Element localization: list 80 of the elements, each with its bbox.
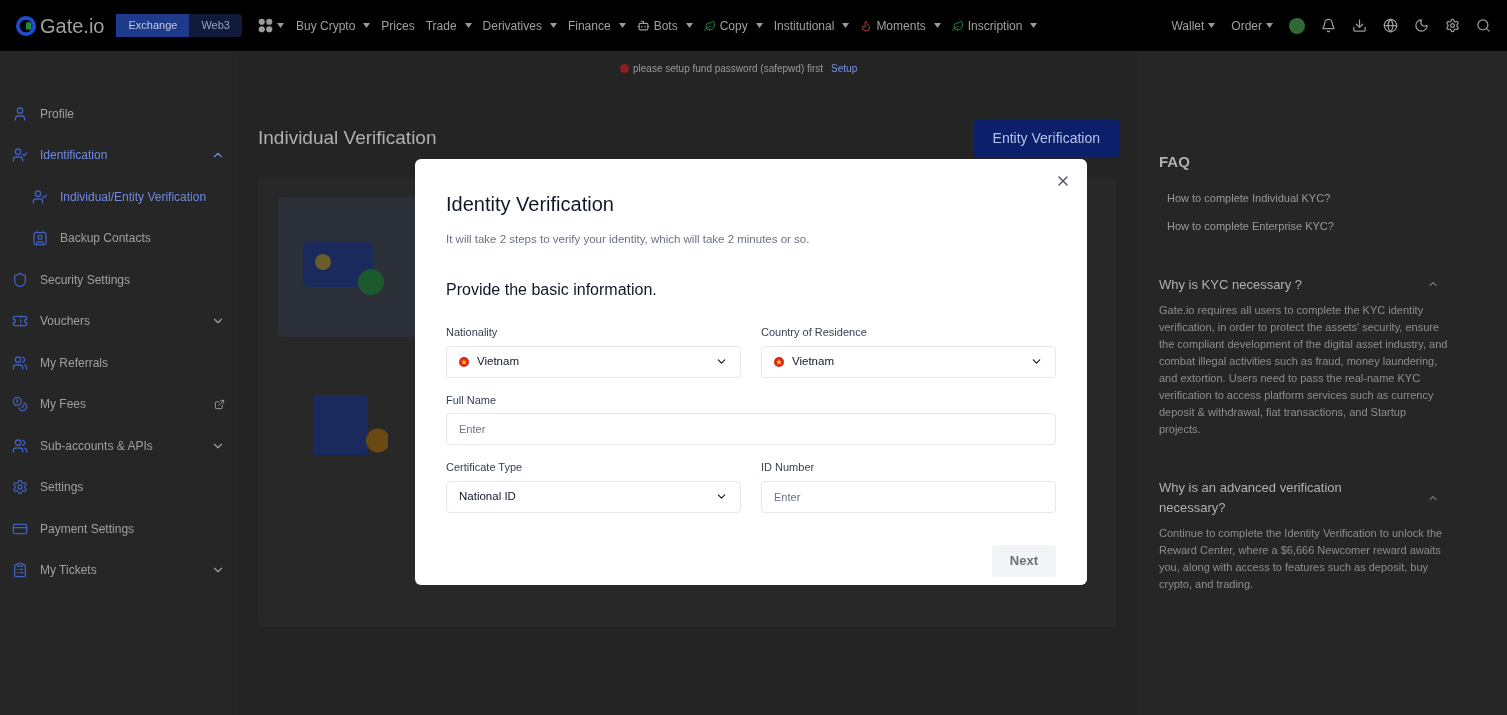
faq-question[interactable]: Why is an advanced verification necessary?	[1159, 478, 1439, 517]
faq-question[interactable]: Why is KYC necessary ?	[1159, 274, 1439, 294]
sidebar-item[interactable]: Settings	[12, 466, 225, 508]
sidebar-item[interactable]: Payment Settings	[12, 508, 225, 550]
faq-link[interactable]: How to complete Individual KYC?	[1159, 189, 1331, 206]
field-label: Full Name	[446, 392, 498, 408]
sidebar-item[interactable]: My Referrals	[12, 342, 225, 384]
nav-link[interactable]: Inscription	[951, 16, 1038, 35]
leaf-icon	[703, 19, 716, 32]
field-label: ID Number	[761, 460, 816, 476]
download-icon[interactable]	[1352, 18, 1367, 33]
nav-link[interactable]: Buy Crypto	[295, 16, 371, 35]
contact-card-icon	[32, 230, 48, 247]
caret-icon	[1208, 23, 1216, 28]
robot-icon	[636, 19, 650, 32]
caret-icon	[1266, 23, 1273, 28]
logo-text[interactable]: Gate.io	[40, 10, 105, 41]
nav-link[interactable]: Wallet	[1171, 16, 1216, 35]
menu-icon	[12, 437, 28, 454]
leaf-icon	[951, 19, 964, 32]
mode-tab[interactable]: Web3	[189, 14, 242, 37]
menu-icon	[12, 105, 28, 122]
dropdown-field[interactable]: Vietnam	[761, 345, 1056, 378]
sidebar-item[interactable]: Profile	[12, 93, 225, 135]
section-heading: Provide the basic information.	[446, 280, 658, 301]
sidebar-item[interactable]: Identification	[12, 134, 225, 176]
settings-icon[interactable]	[1445, 18, 1460, 33]
field-label: Certificate Type	[446, 460, 524, 476]
faq-link[interactable]: How to complete Enterprise KYC?	[1159, 218, 1334, 235]
field-label: Nationality	[446, 325, 499, 341]
menu-icon	[12, 562, 28, 579]
user-check-icon	[32, 188, 48, 205]
field-label: Country of Residence	[761, 325, 868, 341]
faq-title: FAQ	[1159, 152, 1191, 172]
dialog-title: Identity Verification	[446, 192, 615, 217]
input-field[interactable]: Enter	[446, 413, 1056, 446]
moon-icon[interactable]	[1414, 18, 1429, 33]
nav-link[interactable]: Prices	[381, 16, 415, 35]
sidebar-item[interactable]: My Fees	[12, 383, 225, 425]
flag-icon	[459, 356, 469, 367]
sidebar-subitem[interactable]: Backup Contacts	[12, 217, 225, 259]
nav-link[interactable]: Derivatives	[482, 16, 557, 35]
nav-link[interactable]: Bots	[636, 16, 693, 35]
menu-icon	[12, 147, 28, 164]
menu-icon	[12, 271, 28, 288]
sidebar-item[interactable]: Vouchers	[12, 300, 225, 342]
dropdown-field[interactable]: Vietnam	[446, 345, 741, 378]
bell-icon[interactable]	[1321, 18, 1336, 33]
nav-link[interactable]: Copy	[703, 16, 763, 35]
notice-text: please setup fund password (safepwd) first	[633, 62, 824, 76]
flame-icon	[860, 19, 873, 32]
sidebar-item[interactable]: Sub-accounts & APIs	[12, 425, 225, 467]
apps-grid-icon[interactable]	[257, 18, 273, 33]
logo-icon	[16, 15, 36, 36]
nav-link[interactable]: Order	[1231, 16, 1273, 35]
entity-verification-button[interactable]: Entity Verification	[972, 120, 1120, 157]
globe-icon[interactable]	[1383, 18, 1398, 33]
nav-link[interactable]: Institutional	[773, 16, 850, 35]
search-icon[interactable]	[1476, 18, 1491, 33]
faq-answer: Gate.io requires all users to complete the KYC identity verification, in order to protect the assets' security, ensure the compliant development of the digital asset industry, and combat illegal activities such as fraud, money laundering, and extortion. Users need to pass the real-name KYC verification to access platform services such as currency deposit & withdrawal, fiat transactions, and Startup projects.	[1159, 303, 1449, 437]
caret-icon	[276, 23, 284, 28]
page-title: Individual Verification	[258, 126, 437, 151]
flag-icon	[774, 356, 784, 367]
nav-link[interactable]: Moments	[860, 16, 941, 35]
alert-icon	[620, 64, 629, 73]
mode-tab[interactable]: Exchange	[116, 14, 190, 37]
sidebar-item[interactable]: My Tickets	[12, 549, 225, 591]
sidebar-subitem[interactable]: Individual/Entity Verification	[12, 176, 225, 218]
nav-link[interactable]: Finance	[567, 16, 626, 35]
input-field[interactable]: Enter	[761, 480, 1056, 513]
menu-icon	[12, 354, 28, 371]
faq-answer: Continue to complete the Identity Verification to unlock the Reward Center, where a $6,666 Newcomer reward awaits you, along with access to features such as deposit, buy crypto, and trading.	[1159, 526, 1444, 592]
menu-icon	[12, 479, 28, 496]
dialog-subtitle: It will take 2 steps to verify your identity, which will take 2 minutes or so.	[446, 232, 811, 247]
dropdown-field[interactable]: National ID	[446, 480, 741, 513]
menu-icon	[12, 396, 28, 413]
nav-link[interactable]: Trade	[425, 16, 472, 35]
sidebar-item[interactable]: Security Settings	[12, 259, 225, 301]
avatar-icon[interactable]	[1289, 17, 1305, 34]
setup-link[interactable]: Setup	[831, 61, 858, 76]
